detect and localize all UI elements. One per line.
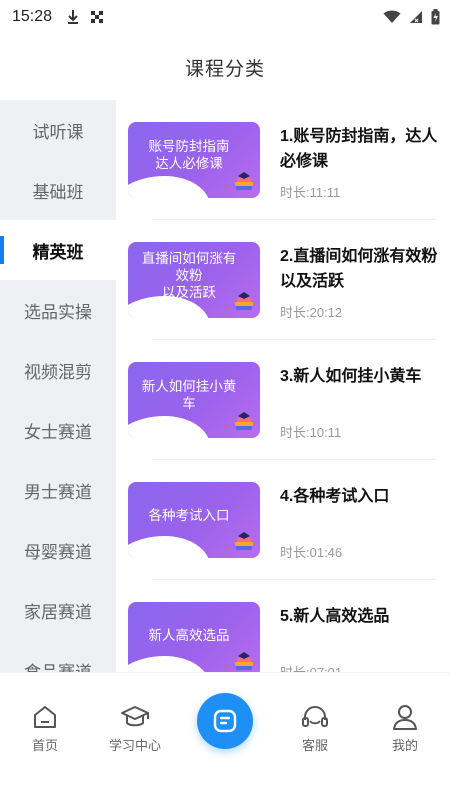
thumbnail-text: 直播间如何涨有效粉 以及活跃	[141, 250, 237, 300]
course-item[interactable]: 新人如何挂小黄车 3.新人如何挂小黄车时长:10:11	[116, 340, 450, 460]
course-item[interactable]: 各种考试入口 4.各种考试入口时长:01:46	[116, 460, 450, 580]
sidebar-item-label: 试听课	[32, 122, 84, 142]
graduation-cap-icon	[121, 706, 149, 727]
books-icon	[235, 292, 253, 310]
center-action-button[interactable]	[197, 693, 253, 749]
sidebar-item-7[interactable]: 母婴赛道	[0, 520, 116, 580]
headset-icon	[302, 706, 328, 727]
battery-icon	[431, 9, 440, 25]
nav-learning-center[interactable]: 学习中心	[90, 701, 180, 754]
course-duration: 时长:01:46	[280, 545, 343, 560]
sidebar-item-label: 食品赛道	[24, 662, 92, 673]
course-thumbnail[interactable]: 各种考试入口	[128, 482, 260, 558]
sidebar-item-8[interactable]: 家居赛道	[0, 580, 116, 640]
books-icon	[235, 172, 253, 190]
bottom-nav: 首页 学习中心 客服 我的	[0, 672, 450, 800]
course-item[interactable]: 账号防封指南 达人必修课 1.账号防封指南，达人必修课时长:11:11	[116, 100, 450, 220]
course-item[interactable]: 新人高效选品 5.新人高效选品时长:07:01	[116, 580, 450, 672]
course-duration: 时长:11:11	[280, 185, 341, 200]
thumbnail-text: 账号防封指南 达人必修课	[148, 139, 230, 171]
sidebar-item-label: 视频混剪	[24, 362, 92, 382]
profile-icon	[393, 705, 417, 730]
nav-profile-label: 我的	[391, 738, 418, 753]
course-thumbnail[interactable]: 新人高效选品	[128, 602, 260, 672]
notes-icon	[213, 709, 237, 733]
sidebar-item-1[interactable]: 基础班	[0, 160, 116, 220]
category-sidebar[interactable]: 试听课基础班精英班选品实操视频混剪女士赛道男士赛道母婴赛道家居赛道食品赛道	[0, 100, 116, 672]
thumbnail-text: 各种考试入口	[148, 507, 230, 523]
sidebar-item-9[interactable]: 食品赛道	[0, 640, 116, 673]
status-bar: 15:28	[0, 0, 450, 34]
page-header: 课程分类	[0, 34, 450, 100]
course-item[interactable]: 直播间如何涨有效粉 以及活跃 2.直播间如何涨有效粉以及活跃时长:20:12	[116, 220, 450, 340]
course-title[interactable]: 5.新人高效选品	[280, 604, 444, 629]
sidebar-item-2[interactable]: 精英班	[0, 220, 116, 280]
course-title[interactable]: 4.各种考试入口	[280, 484, 444, 509]
nav-home[interactable]: 首页	[0, 701, 90, 754]
nav-home-label: 首页	[31, 738, 58, 753]
sidebar-item-label: 选品实操	[24, 302, 92, 322]
nav-customer-service[interactable]: 客服	[270, 701, 360, 754]
sidebar-item-6[interactable]: 男士赛道	[0, 460, 116, 520]
sidebar-item-5[interactable]: 女士赛道	[0, 400, 116, 460]
books-icon	[235, 532, 253, 550]
thumbnail-text: 新人高效选品	[148, 627, 230, 643]
qr-grid-icon	[91, 11, 104, 23]
home-icon	[34, 706, 56, 728]
sidebar-item-3[interactable]: 选品实操	[0, 280, 116, 340]
course-thumbnail[interactable]: 新人如何挂小黄车	[128, 362, 260, 438]
status-time: 15:28	[12, 8, 53, 25]
sidebar-item-label: 女士赛道	[24, 422, 92, 442]
sidebar-item-4[interactable]: 视频混剪	[0, 340, 116, 400]
course-title[interactable]: 1.账号防封指南，达人必修课	[280, 124, 444, 174]
download-icon	[68, 10, 79, 24]
course-list[interactable]: 账号防封指南 达人必修课 1.账号防封指南，达人必修课时长:11:11 直播间如何涨…	[116, 100, 450, 672]
nav-profile[interactable]: 我的	[360, 701, 450, 754]
thumbnail-text: 新人如何挂小黄车	[141, 379, 237, 411]
sidebar-item-label: 家居赛道	[24, 602, 92, 622]
course-thumbnail[interactable]: 直播间如何涨有效粉 以及活跃	[128, 242, 260, 318]
sidebar-item-label: 基础班	[32, 182, 84, 202]
sidebar-item-label: 精英班	[32, 242, 84, 262]
page-title: 课程分类	[184, 58, 265, 80]
course-title[interactable]: 3.新人如何挂小黄车	[280, 364, 444, 389]
sidebar-item-label: 男士赛道	[24, 482, 92, 502]
course-title[interactable]: 2.直播间如何涨有效粉以及活跃	[280, 244, 444, 294]
signal-icon	[410, 11, 422, 23]
sidebar-item-0[interactable]: 试听课	[0, 100, 116, 160]
books-icon	[235, 412, 253, 430]
course-thumbnail[interactable]: 账号防封指南 达人必修课	[128, 122, 260, 198]
books-icon	[235, 652, 253, 670]
course-duration: 时长:10:11	[280, 425, 342, 440]
nav-customer-service-label: 客服	[301, 738, 328, 753]
course-duration: 时长:20:12	[280, 305, 343, 320]
course-duration: 时长:07:01	[280, 662, 342, 672]
sidebar-item-label: 母婴赛道	[24, 542, 92, 562]
wifi-icon	[383, 10, 401, 23]
nav-learning-center-label: 学习中心	[108, 738, 161, 753]
